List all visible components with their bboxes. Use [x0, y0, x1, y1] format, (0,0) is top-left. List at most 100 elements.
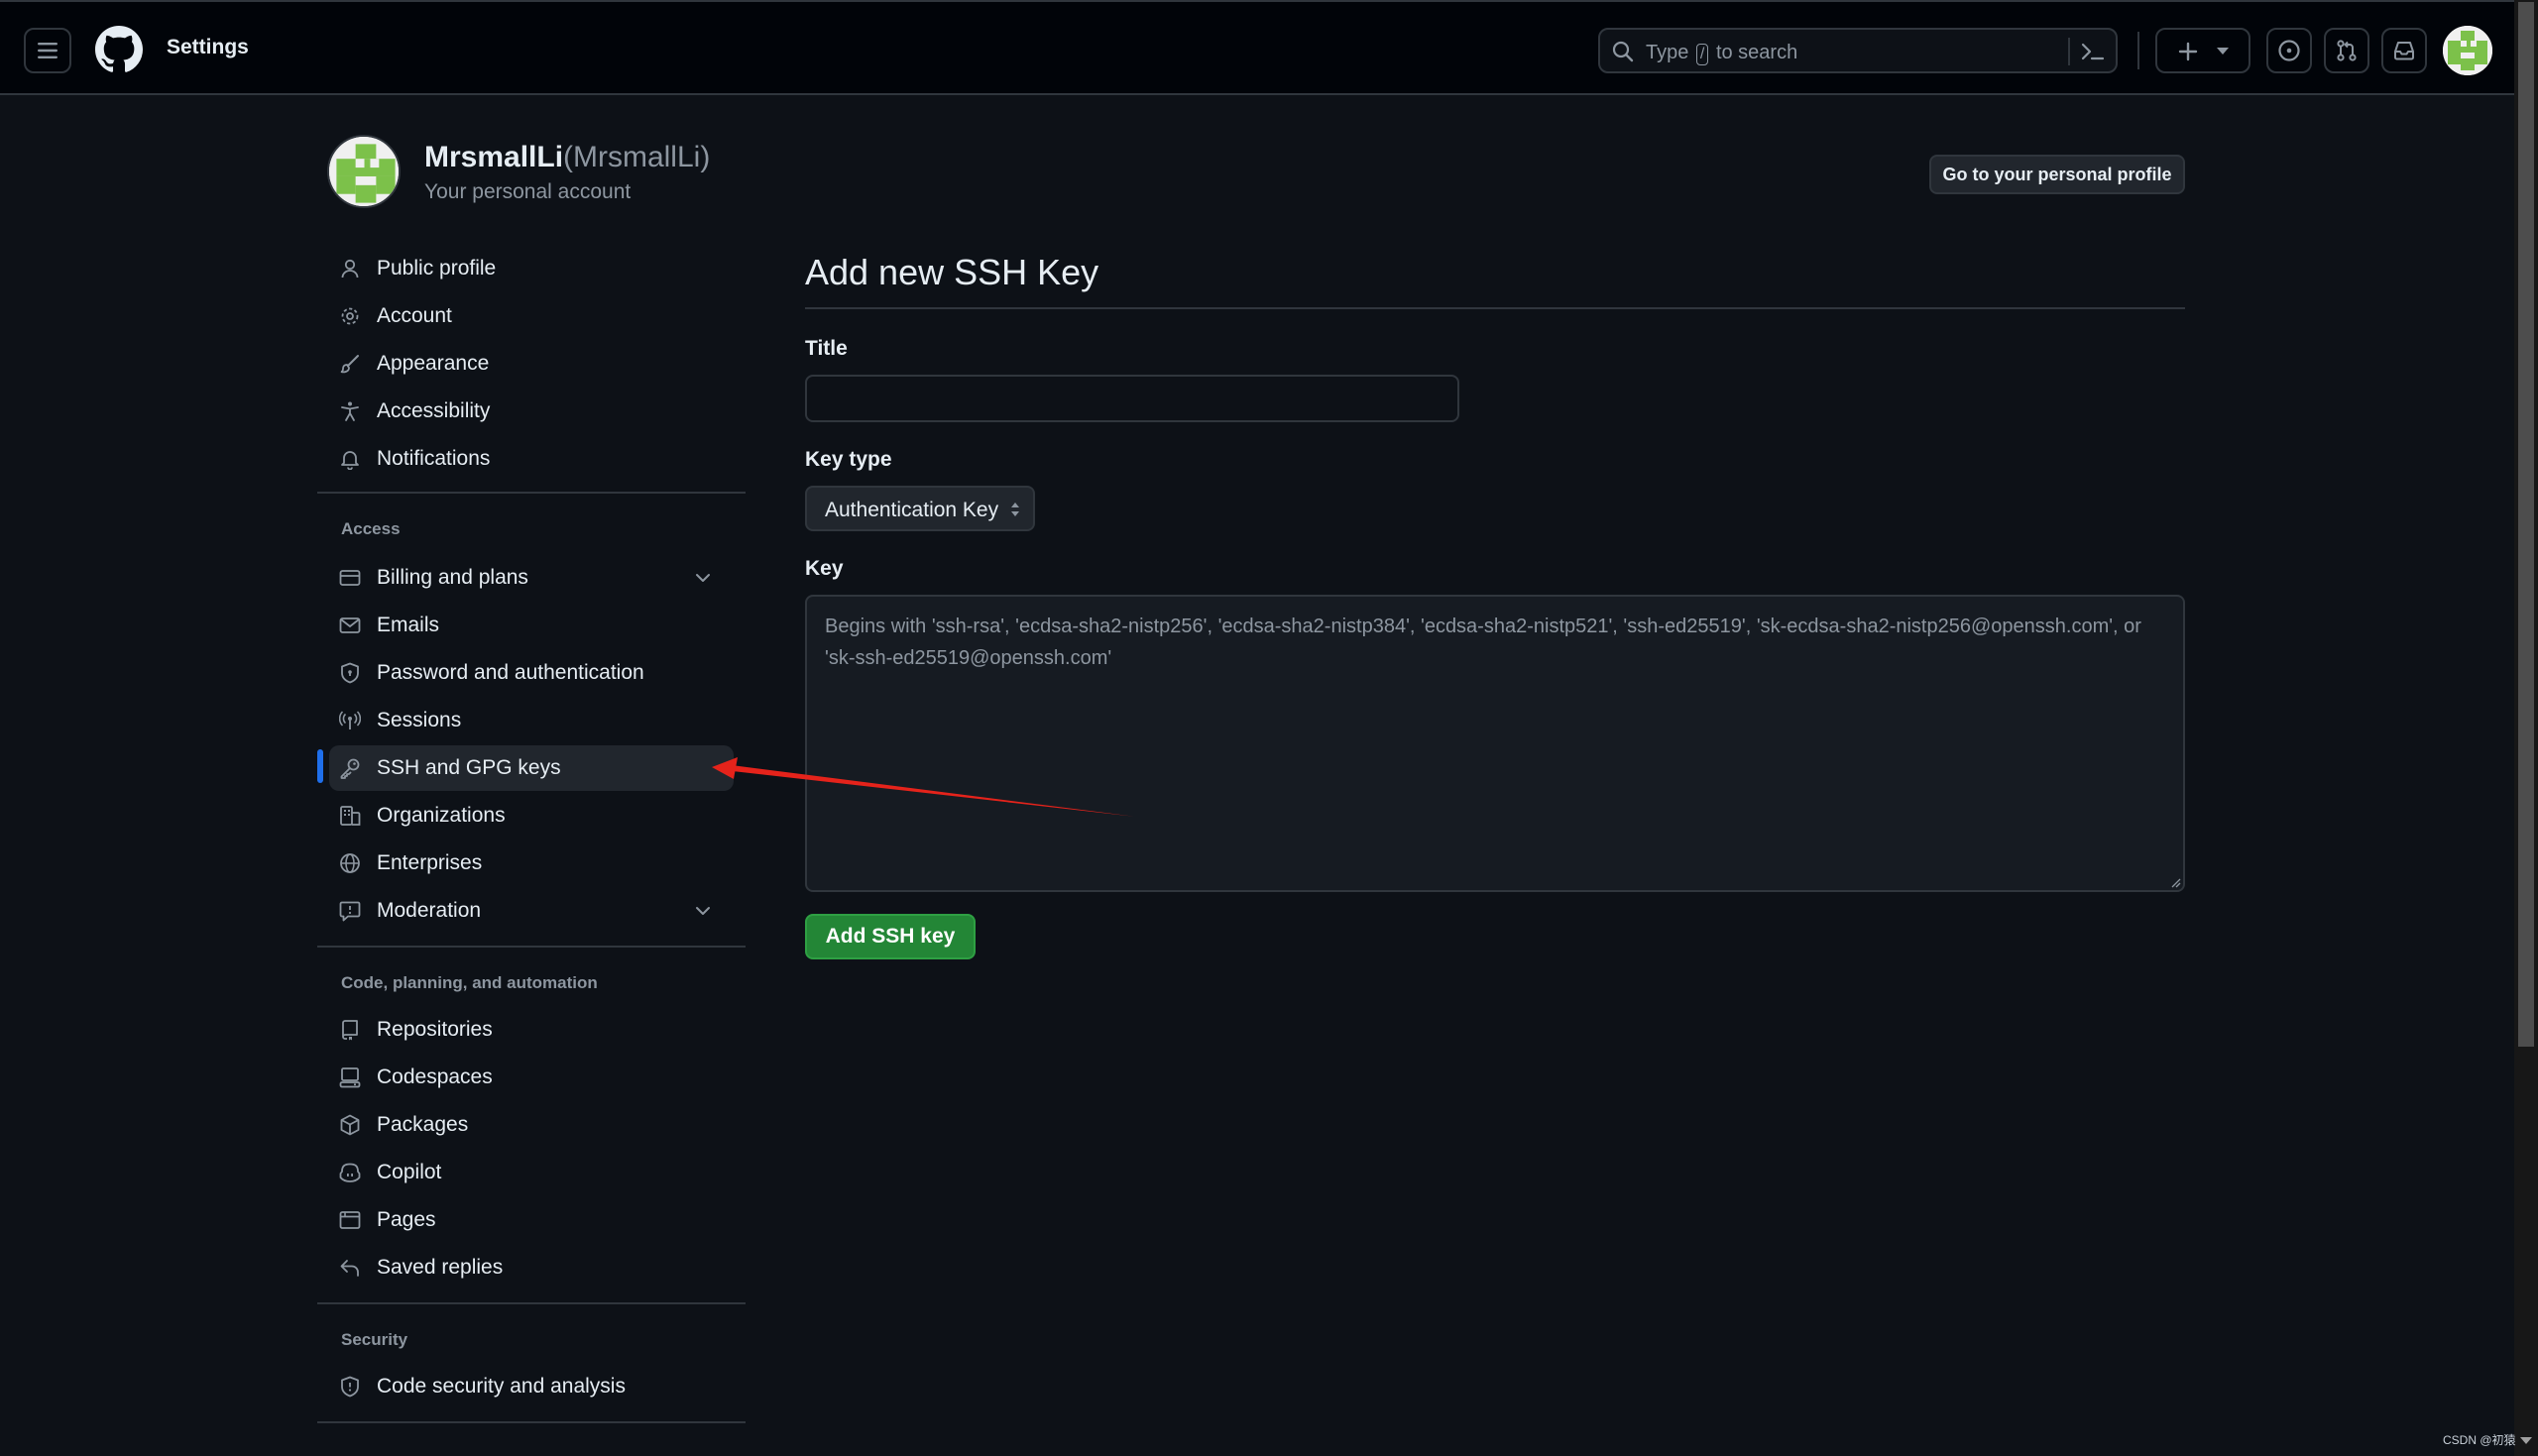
page-title[interactable]: Settings	[167, 36, 249, 59]
sidebar-item-label: Packages	[377, 1113, 469, 1136]
sidebar-item-copilot[interactable]: Copilot	[329, 1150, 734, 1195]
issues-button[interactable]	[2266, 28, 2312, 73]
sidebar-item-appearance[interactable]: Appearance	[329, 341, 734, 387]
scroll-down-icon[interactable]	[2520, 1437, 2532, 1444]
create-new-button[interactable]	[2155, 28, 2250, 73]
sidebar-item-label: Password and authentication	[377, 661, 644, 684]
sidebar-item-saved-replies[interactable]: Saved replies	[329, 1245, 734, 1290]
user-avatar[interactable]	[2443, 26, 2492, 75]
sidebar-item-label: Organizations	[377, 804, 506, 827]
key-type-label: Key type	[805, 448, 892, 471]
account-avatar	[327, 135, 401, 208]
sidebar-item-account[interactable]: Account	[329, 293, 734, 339]
account-subtitle: Your personal account	[424, 180, 632, 203]
sidebar-divider	[317, 492, 746, 494]
sidebar-item-ssh-gpg-keys[interactable]: SSH and GPG keys	[329, 745, 734, 791]
menu-button[interactable]	[24, 28, 71, 73]
add-ssh-key-button[interactable]: Add SSH key	[805, 914, 976, 959]
search-separator	[2068, 38, 2070, 65]
pull-requests-button[interactable]	[2324, 28, 2369, 73]
sidebar-item-label: Billing and plans	[377, 566, 528, 589]
key-field-label: Key	[805, 557, 844, 580]
credit-card-icon	[339, 570, 361, 586]
identicon-icon	[329, 137, 399, 206]
chevron-down-icon[interactable]	[694, 902, 712, 920]
hamburger-icon	[38, 43, 58, 58]
heading-divider	[805, 307, 2185, 309]
select-arrows-icon	[1011, 503, 1019, 516]
person-icon	[341, 259, 359, 279]
header-separator	[2137, 32, 2139, 69]
repo-icon	[342, 1020, 358, 1041]
sidebar-item-label: Accessibility	[377, 399, 491, 422]
sidebar-item-pages[interactable]: Pages	[329, 1197, 734, 1243]
chevron-down-icon[interactable]	[694, 569, 712, 587]
sidebar-item-codespaces[interactable]: Codespaces	[329, 1055, 734, 1100]
search-input[interactable]: Type / to search	[1598, 28, 2118, 73]
search-text-pre: Type	[1646, 42, 1689, 63]
app-header: Settings Type / to search	[0, 0, 2514, 95]
reply-icon	[340, 1260, 359, 1277]
sidebar-heading-access: Access	[341, 519, 401, 538]
sidebar-item-enterprises[interactable]: Enterprises	[329, 840, 734, 886]
copilot-icon	[339, 1163, 361, 1182]
sidebar-item-sessions[interactable]: Sessions	[329, 698, 734, 743]
sidebar-item-emails[interactable]: Emails	[329, 603, 734, 648]
sidebar-item-label: Copilot	[377, 1161, 442, 1183]
title-input[interactable]	[805, 375, 1459, 422]
form-heading: Add new SSH Key	[805, 252, 1099, 292]
sidebar-item-label: Emails	[377, 614, 440, 636]
sidebar-item-label: Repositories	[377, 1018, 493, 1041]
sidebar-item-notifications[interactable]: Notifications	[329, 436, 734, 482]
sidebar-item-label: Public profile	[377, 257, 497, 280]
issue-opened-icon	[2278, 40, 2300, 61]
sidebar-item-label: SSH and GPG keys	[377, 756, 561, 779]
key-type-select[interactable]: Authentication Key	[805, 486, 1035, 531]
gear-icon	[341, 307, 359, 325]
triangle-down-icon	[2217, 48, 2229, 55]
git-pull-request-icon	[2337, 40, 2357, 61]
key-placeholder: Begins with 'ssh-rsa', 'ecdsa-sha2-nistp…	[825, 616, 2141, 669]
page-scrollbar[interactable]	[2514, 0, 2538, 1456]
inbox-button[interactable]	[2381, 28, 2427, 73]
sidebar-heading-security: Security	[341, 1330, 408, 1349]
organization-icon	[340, 806, 361, 826]
sidebar-divider	[317, 946, 746, 948]
shield-icon	[341, 1376, 359, 1398]
sidebar-item-label: Appearance	[377, 352, 490, 375]
sidebar-item-accessibility[interactable]: Accessibility	[329, 389, 734, 434]
sidebar-item-label: Moderation	[377, 899, 482, 922]
github-logo-icon[interactable]	[95, 26, 143, 73]
go-to-profile-button[interactable]: Go to your personal profile	[1929, 155, 2185, 194]
title-field-label: Title	[805, 337, 848, 360]
sidebar-item-billing[interactable]: Billing and plans	[329, 555, 734, 601]
command-palette-icon[interactable]	[2080, 40, 2106, 63]
sidebar-item-code-security[interactable]: Code security and analysis	[329, 1364, 734, 1409]
resize-grip-icon[interactable]	[2169, 876, 2181, 888]
search-text-post: to search	[1715, 42, 1798, 63]
scrollbar-thumb[interactable]	[2518, 2, 2534, 1047]
annotation-arrow-icon	[712, 757, 1136, 817]
sidebar-item-packages[interactable]: Packages	[329, 1102, 734, 1148]
account-login: (MrsmallLi)	[563, 141, 711, 173]
sidebar-item-label: Saved replies	[377, 1256, 504, 1279]
mail-icon	[339, 617, 361, 633]
codespaces-icon	[339, 1067, 361, 1088]
key-icon	[340, 758, 360, 779]
sidebar-item-password-auth[interactable]: Password and authentication	[329, 650, 734, 696]
sidebar-item-label: Codespaces	[377, 1065, 493, 1088]
paintbrush-icon	[340, 355, 359, 374]
identicon-icon	[2443, 26, 2492, 75]
package-icon	[340, 1114, 360, 1136]
sidebar-item-moderation[interactable]: Moderation	[329, 888, 734, 934]
account-name[interactable]: MrsmallLi	[424, 141, 563, 174]
sidebar-item-organizations[interactable]: Organizations	[329, 793, 734, 839]
sidebar-item-public-profile[interactable]: Public profile	[329, 246, 734, 291]
plus-icon	[2178, 42, 2198, 61]
globe-icon	[340, 853, 360, 873]
sidebar-item-repositories[interactable]: Repositories	[329, 1007, 734, 1053]
active-indicator	[317, 749, 323, 783]
key-type-value: Authentication Key	[825, 499, 999, 521]
report-icon	[339, 901, 361, 922]
browser-icon	[339, 1211, 361, 1229]
